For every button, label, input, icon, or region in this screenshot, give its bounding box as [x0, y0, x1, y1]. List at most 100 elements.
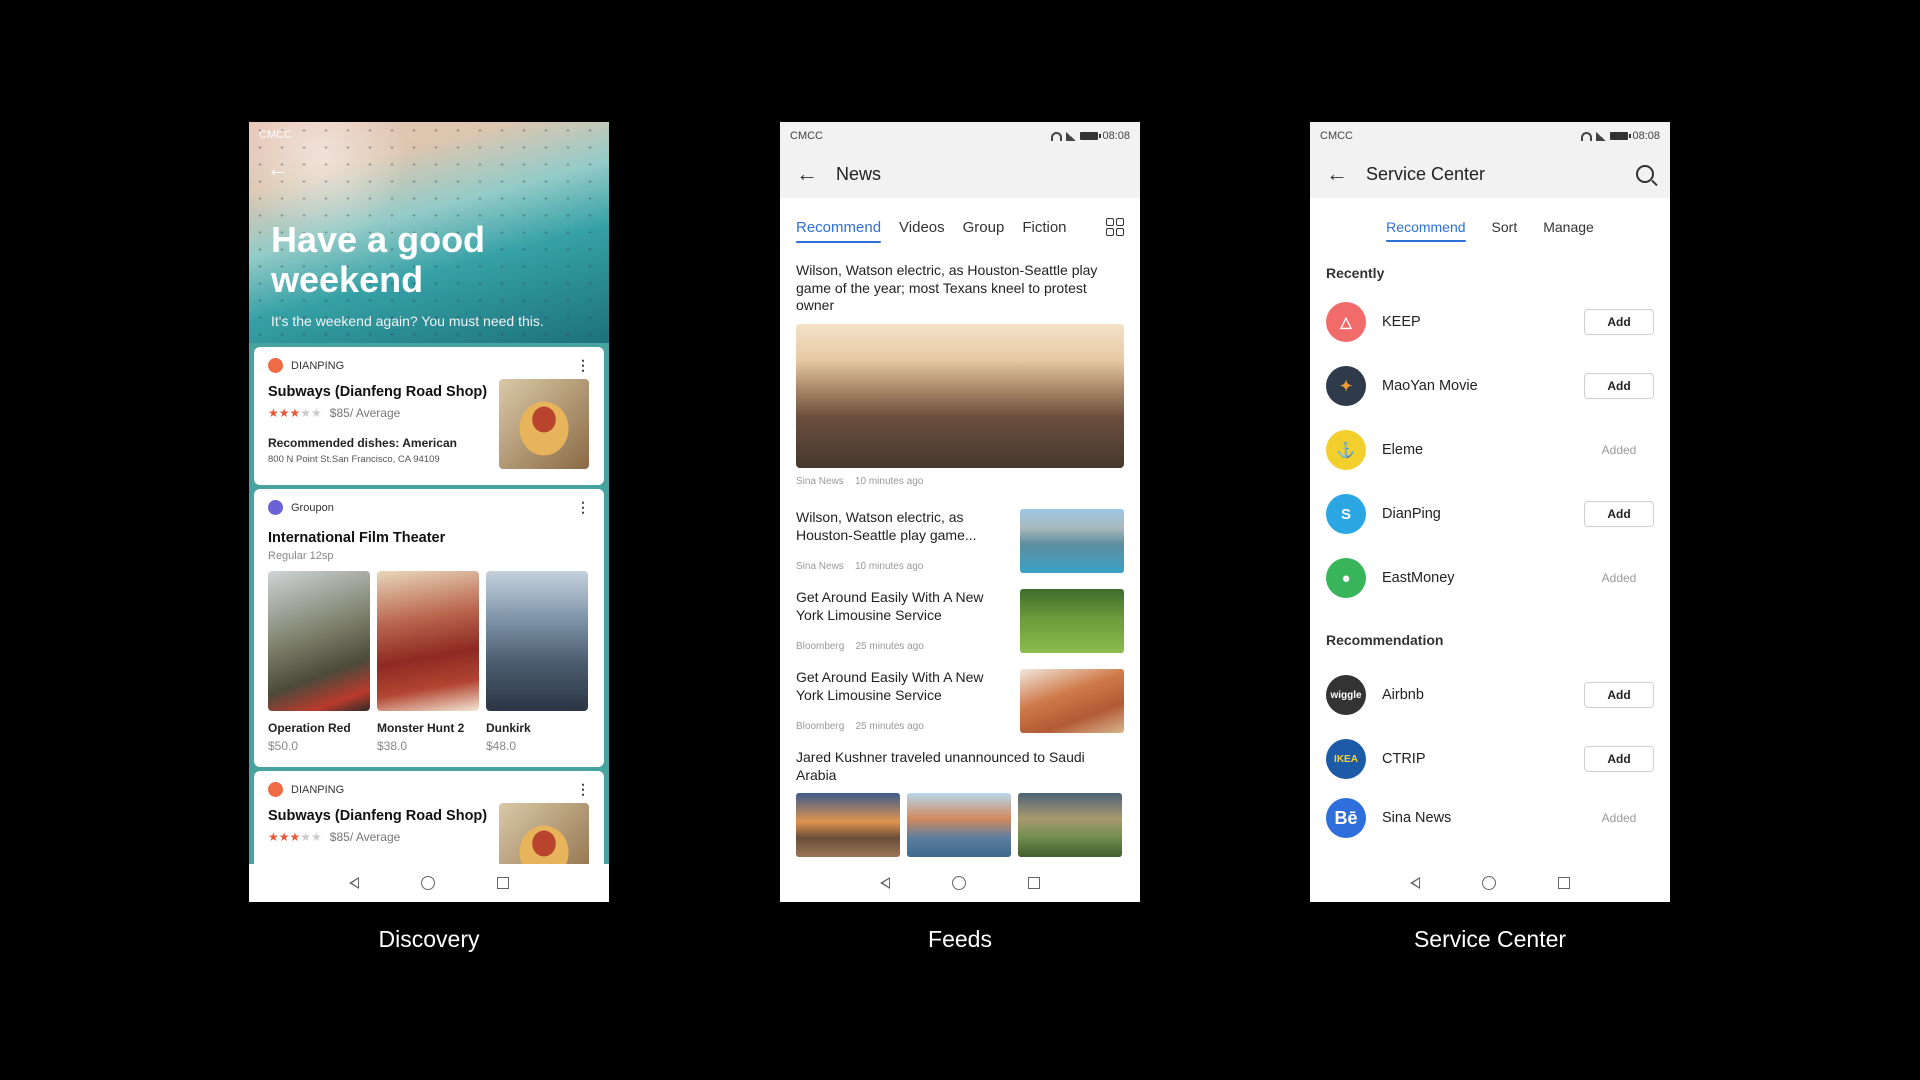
system-nav-bar	[780, 864, 1140, 902]
clock: 08:08	[1632, 130, 1660, 142]
news-meta: Sina News 10 minutes ago	[796, 476, 1124, 487]
gallery-image	[1018, 793, 1122, 857]
ctrip-logo-icon: IKEA	[1326, 739, 1366, 779]
nav-home-icon[interactable]	[1482, 876, 1496, 890]
battery-icon	[1610, 132, 1632, 140]
tab-recommend[interactable]: Recommend	[796, 219, 882, 243]
movie-title: Dunkirk	[486, 721, 531, 735]
nav-recent-icon[interactable]	[1028, 877, 1040, 889]
section-recently: Recently	[1326, 265, 1385, 281]
price-label: $85/ Average	[329, 830, 401, 844]
service-row-eleme[interactable]: ⚓ Eleme Added	[1326, 426, 1654, 474]
news-image	[796, 323, 1124, 468]
rating-stars-icon: ★★★★★	[268, 830, 322, 844]
service-name: MaoYan Movie	[1382, 378, 1478, 394]
news-thumbnail	[1020, 669, 1124, 733]
more-options-icon[interactable]: ⋮	[576, 499, 590, 516]
app-bar: ← Service Center	[1310, 150, 1670, 198]
service-name: Eleme	[1382, 442, 1424, 458]
hero-title: Have a good weekend	[271, 219, 486, 300]
page-title: Service Center	[1366, 163, 1486, 184]
movie-list: Operation Red $50.0 Monster Hunt 2 $38.0…	[268, 571, 588, 753]
nav-back-icon[interactable]	[880, 877, 890, 889]
hero-banner: CMCC ← Have a good weekend It's the week…	[249, 122, 609, 347]
news-item[interactable]: Get Around Easily With A New York Limous…	[796, 669, 1124, 735]
gallery-image	[907, 793, 1011, 857]
service-row-sina-news[interactable]: Bē Sina News Added	[1326, 794, 1654, 842]
section-recommendation: Recommendation	[1326, 632, 1444, 648]
sina-news-logo-icon: Bē	[1326, 798, 1366, 838]
nav-home-icon[interactable]	[421, 876, 435, 890]
dianping-logo-icon: S	[1326, 494, 1366, 534]
add-button[interactable]: Add	[1584, 746, 1654, 772]
status-bar: CMCC 08:08	[1310, 122, 1670, 150]
header-area: CMCC 08:08 ← News	[780, 122, 1140, 198]
system-nav-bar	[249, 864, 609, 902]
card-title: International Film Theater	[268, 530, 446, 546]
service-row-ctrip[interactable]: IKEA CTRIP Add	[1326, 735, 1654, 783]
news-time: 10 minutes ago	[854, 561, 924, 572]
service-row-airbnb[interactable]: wiggle Airbnb Add	[1326, 671, 1654, 719]
news-time: 25 minutes ago	[855, 721, 924, 732]
hero-subtitle: It's the weekend again? You must need th…	[271, 313, 544, 329]
news-item[interactable]: Wilson, Watson electric, as Houston-Seat…	[796, 509, 1124, 575]
system-nav-bar	[1310, 864, 1670, 902]
news-source: Sina News	[796, 475, 844, 487]
add-button[interactable]: Add	[1584, 501, 1654, 527]
nav-back-icon[interactable]	[1410, 877, 1420, 889]
movie-price: $48.0	[486, 739, 517, 753]
nav-back-icon[interactable]	[349, 877, 359, 889]
nav-recent-icon[interactable]	[1558, 877, 1570, 889]
add-button[interactable]: Add	[1584, 682, 1654, 708]
nav-home-icon[interactable]	[952, 876, 966, 890]
groupon-card[interactable]: Groupon ⋮ International Film Theater Reg…	[254, 489, 604, 767]
news-item[interactable]: Jared Kushner traveled unannounced to Sa…	[796, 749, 1124, 857]
service-name: Sina News	[1382, 810, 1452, 826]
card-subtitle: Regular 12sp	[268, 550, 334, 562]
service-row-eastmoney[interactable]: ● EastMoney Added	[1326, 554, 1654, 602]
more-options-icon[interactable]: ⋮	[576, 781, 590, 798]
tab-manage[interactable]: Manage	[1543, 219, 1594, 235]
eastmoney-logo-icon: ●	[1326, 558, 1366, 598]
carrier-label: CMCC	[1320, 130, 1353, 142]
service-row-dianping[interactable]: S DianPing Add	[1326, 490, 1654, 538]
app-bar: ← News	[780, 150, 1140, 198]
source-label: DIANPING	[291, 359, 345, 372]
news-title: Wilson, Watson electric, as Houston-Seat…	[796, 509, 977, 543]
service-name: EastMoney	[1382, 570, 1455, 586]
back-arrow-icon[interactable]: ←	[1326, 161, 1348, 187]
page-title: News	[836, 163, 882, 184]
movie-item[interactable]: Dunkirk $48.0	[486, 571, 588, 753]
news-item[interactable]: Get Around Easily With A New York Limous…	[796, 589, 1124, 655]
dianping-card[interactable]: DIANPING ⋮ Subways (Dianfeng Road Shop) …	[254, 347, 604, 485]
add-button[interactable]: Add	[1584, 373, 1654, 399]
movie-item[interactable]: Operation Red $50.0	[268, 571, 370, 753]
add-button[interactable]: Add	[1584, 309, 1654, 335]
back-arrow-icon[interactable]: ←	[267, 156, 289, 182]
tab-recommend[interactable]: Recommend	[1386, 219, 1466, 242]
news-item[interactable]: Wilson, Watson electric, as Houston-Seat…	[796, 262, 1124, 487]
tab-group[interactable]: Group	[963, 219, 1005, 236]
gallery-image	[796, 793, 900, 857]
grid-menu-icon[interactable]	[1106, 218, 1124, 236]
keep-logo-icon: △	[1326, 302, 1366, 342]
news-meta: Sina News 10 minutes ago	[796, 561, 923, 572]
more-options-icon[interactable]: ⋮	[576, 357, 590, 374]
service-row-keep[interactable]: △ KEEP Add	[1326, 298, 1654, 346]
nav-recent-icon[interactable]	[497, 877, 509, 889]
news-thumbnail	[1020, 509, 1124, 573]
tab-sort[interactable]: Sort	[1492, 219, 1518, 235]
food-image	[499, 379, 589, 469]
header-area: CMCC 08:08 ← Service Center	[1310, 122, 1670, 198]
back-arrow-icon[interactable]: ←	[796, 161, 818, 187]
tab-videos[interactable]: Videos	[899, 219, 945, 236]
movie-item[interactable]: Monster Hunt 2 $38.0	[377, 571, 479, 753]
service-row-maoyan[interactable]: ✦ MaoYan Movie Add	[1326, 362, 1654, 410]
price-label: $85/ Average	[329, 406, 401, 420]
groupon-logo-icon	[268, 500, 283, 515]
service-name: CTRIP	[1382, 751, 1426, 767]
search-icon[interactable]	[1636, 165, 1658, 187]
tab-fiction[interactable]: Fiction	[1022, 219, 1066, 236]
battery-icon	[1080, 132, 1102, 140]
service-tabs: Recommend Sort Manage	[1310, 202, 1670, 252]
